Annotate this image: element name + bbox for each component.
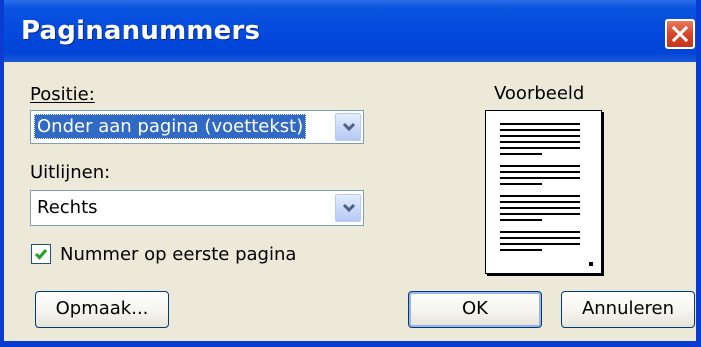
preview-text-line xyxy=(500,219,542,221)
preview-text-line xyxy=(500,213,580,215)
preview-text-line xyxy=(500,147,580,149)
preview-text-line xyxy=(500,153,542,155)
preview-text-line xyxy=(500,237,580,239)
first-page-label[interactable]: Nummer op eerste pagina xyxy=(60,244,296,265)
chevron-down-icon xyxy=(342,203,356,213)
preview-label: Voorbeeld xyxy=(494,83,585,104)
preview-text-line xyxy=(500,171,580,173)
preview-text-line xyxy=(500,207,580,209)
ok-button[interactable]: OK xyxy=(408,291,542,328)
page-numbers-dialog: Paginanummers Positie: Onder aan pagina … xyxy=(0,0,701,347)
preview-text-line xyxy=(500,129,580,131)
alignment-select[interactable]: Rechts xyxy=(30,190,364,226)
preview-text-line xyxy=(500,249,542,251)
alignment-label: Uitlijnen: xyxy=(30,162,111,183)
close-button[interactable] xyxy=(665,19,695,49)
preview-text-line xyxy=(500,183,542,185)
alignment-dropdown-button[interactable] xyxy=(335,194,361,222)
preview-text-line xyxy=(500,243,580,245)
preview-page-number xyxy=(589,262,593,266)
preview-text-line xyxy=(500,165,580,167)
position-select[interactable]: Onder aan pagina (voettekst) xyxy=(30,110,364,144)
chevron-down-icon xyxy=(342,122,356,132)
preview-text-line xyxy=(500,141,580,143)
checkmark-icon xyxy=(34,249,48,260)
first-page-checkbox[interactable] xyxy=(31,244,51,264)
position-dropdown-button[interactable] xyxy=(335,113,361,141)
position-select-value: Onder aan pagina (voettekst) xyxy=(34,114,307,139)
dialog-title: Paginanummers xyxy=(21,16,261,46)
preview-text-line xyxy=(500,177,580,179)
position-label: Positie: xyxy=(30,84,95,105)
preview-text-line xyxy=(500,231,580,233)
close-icon xyxy=(671,25,689,43)
preview-page xyxy=(485,110,602,274)
cancel-button[interactable]: Annuleren xyxy=(561,291,695,328)
preview-text-line xyxy=(500,123,580,125)
title-bar[interactable]: Paginanummers xyxy=(4,0,696,62)
alignment-select-value: Rechts xyxy=(37,197,98,218)
preview-text-line xyxy=(500,195,580,197)
preview-text-line xyxy=(500,201,580,203)
format-button[interactable]: Opmaak... xyxy=(35,291,169,328)
preview-text-line xyxy=(500,135,580,137)
